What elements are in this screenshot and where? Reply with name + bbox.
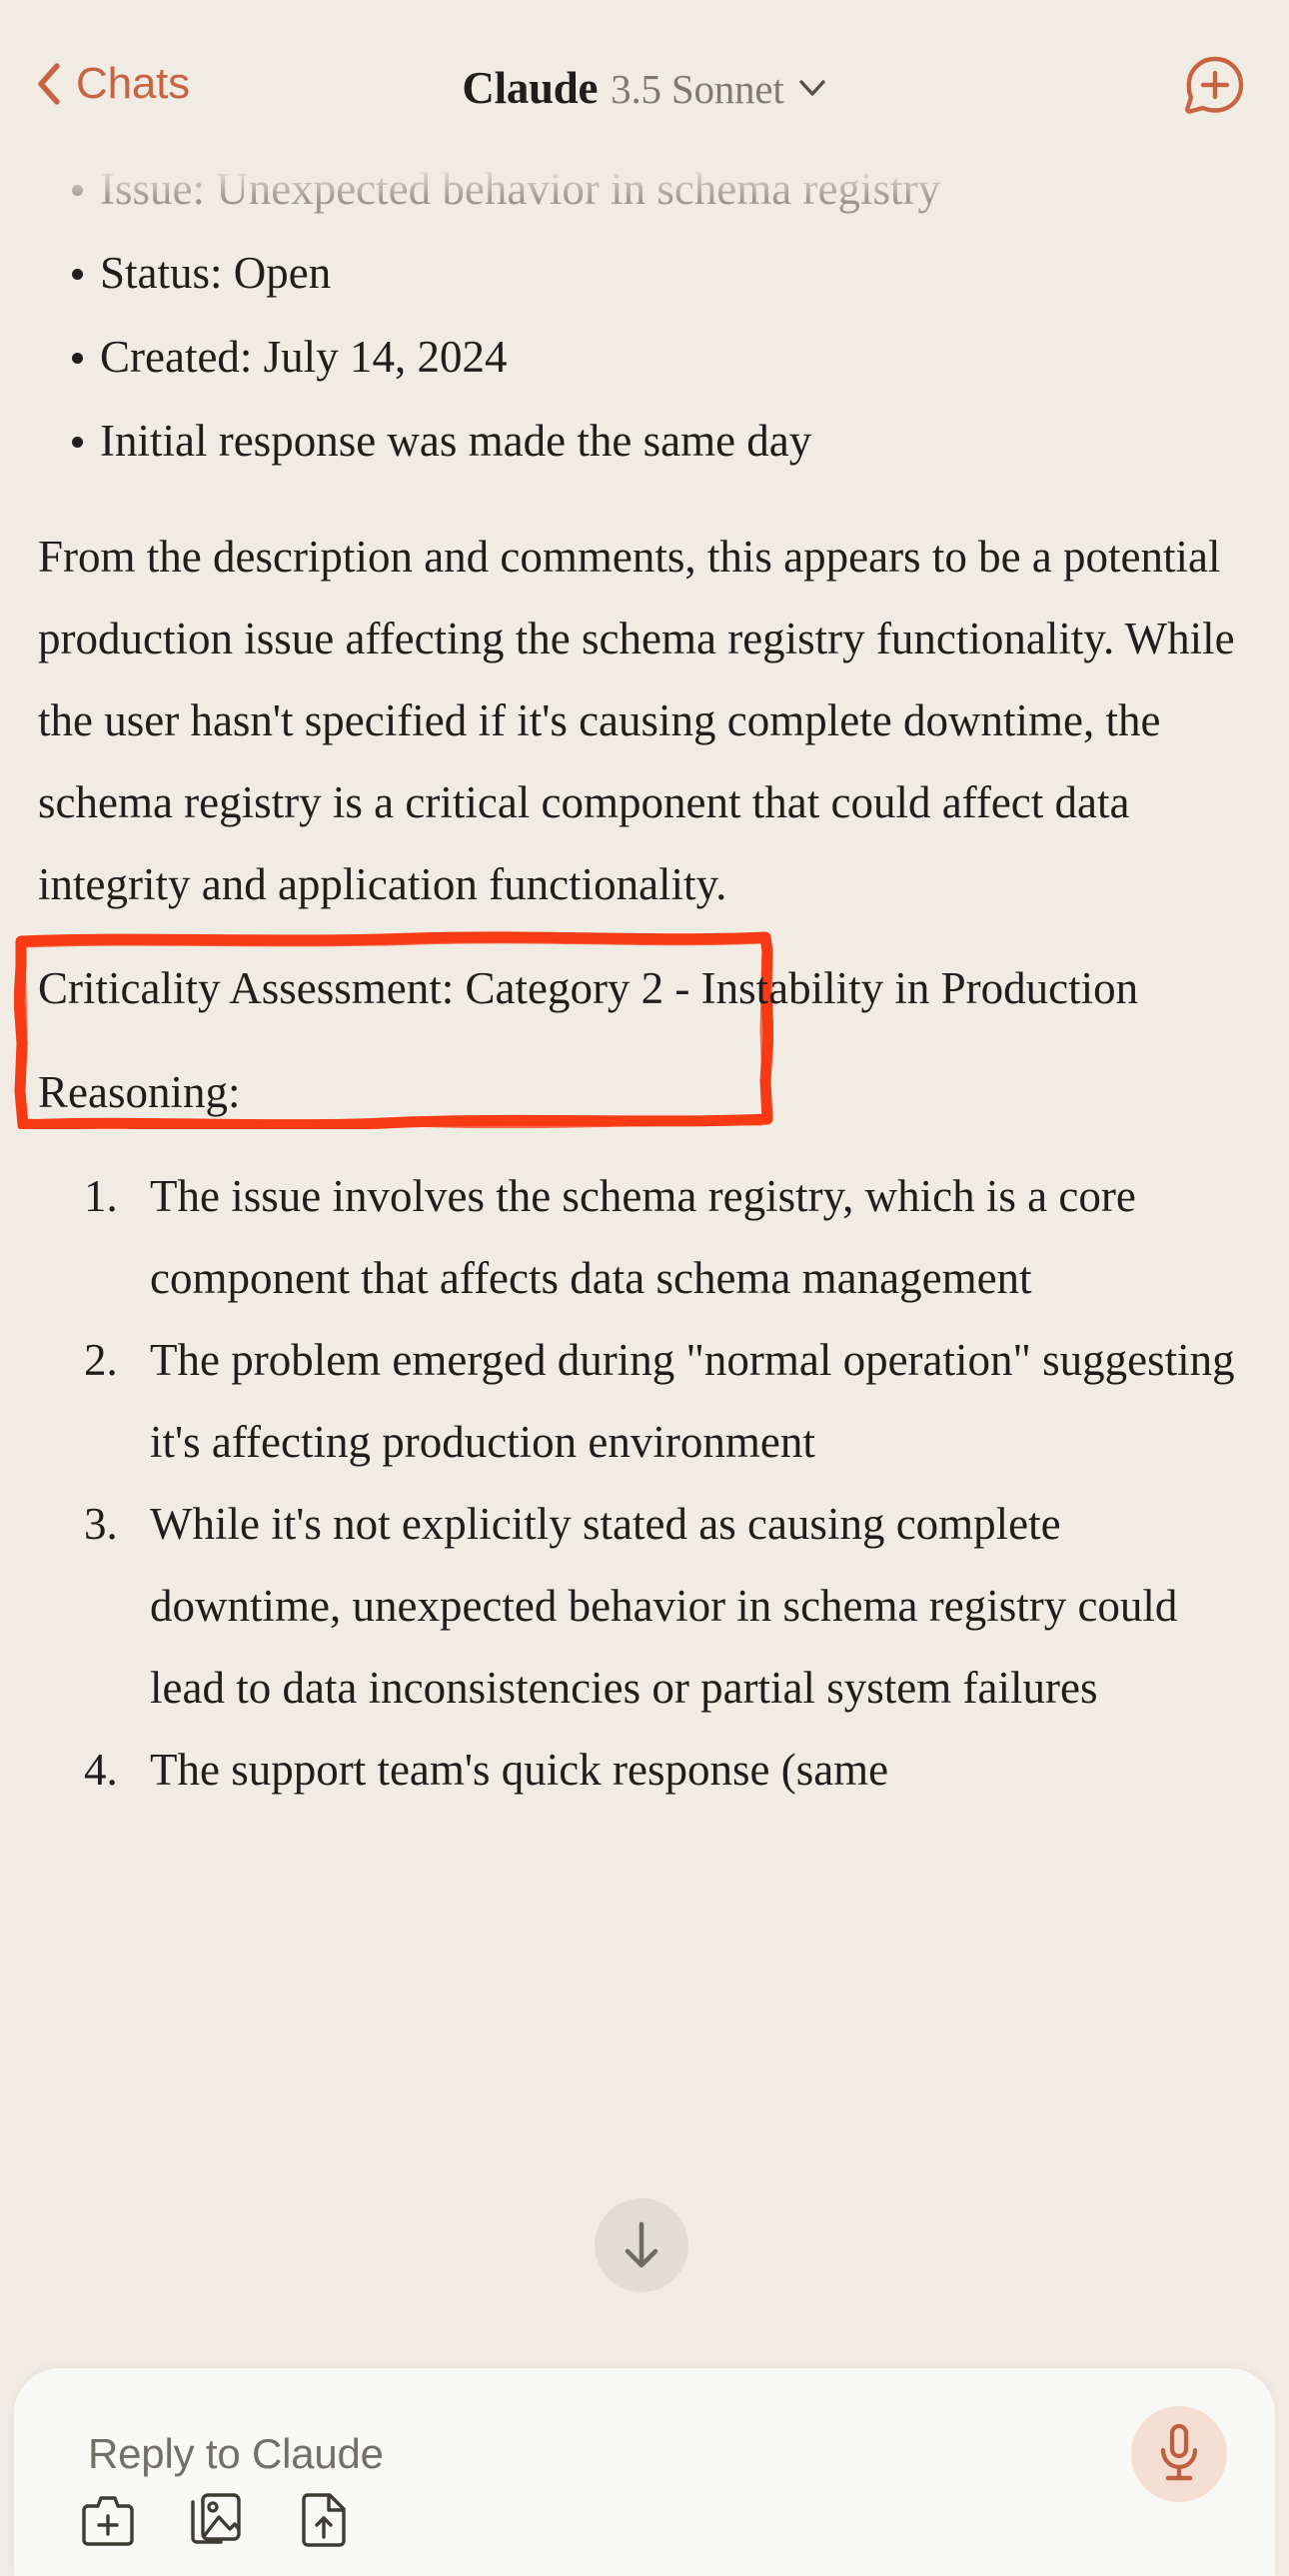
list-item: Initial response was made the same day (38, 400, 1251, 482)
chevron-down-icon (798, 80, 825, 96)
model-selector[interactable]: Claude 3.5 Sonnet (0, 62, 1289, 114)
page-title: Claude (462, 63, 599, 113)
file-upload-button[interactable] (296, 2492, 352, 2548)
bullet-text: Status: Open (100, 248, 332, 298)
highlight-text: Criticality Assessment: Category 2 - Ins… (38, 963, 1139, 1013)
bullet-text: Initial response was made the same day (100, 416, 812, 466)
list-item: The issue involves the schema registry, … (84, 1155, 1136, 1303)
new-chat-bubble-plus-icon (1185, 56, 1244, 114)
chat-screen: Issue: Unexpected behavior in schema reg… (0, 0, 1289, 2576)
message-scroll-area[interactable]: Issue: Unexpected behavior in schema reg… (0, 0, 1289, 2328)
message-composer: Reply to Claude (14, 2368, 1275, 2576)
photo-library-icon (191, 2493, 241, 2544)
list-item: The problem emerged during "normal opera… (84, 1319, 1235, 1467)
list-item: While it's not explicitly stated as caus… (84, 1483, 1178, 1713)
list-item: Created: July 14, 2024 (38, 316, 1251, 398)
bullet-text: Issue: Unexpected behavior in schema reg… (100, 164, 940, 214)
microphone-icon (1160, 2423, 1198, 2481)
reasoning-label: Reasoning: (38, 1067, 241, 1117)
composer-attachment-icons (80, 2492, 352, 2548)
scroll-to-bottom-button[interactable] (595, 2198, 688, 2292)
new-chat-button[interactable] (1179, 50, 1247, 118)
reasoning-ordered-list: The issue involves the schema registry, … (38, 1155, 1251, 1811)
arrow-down-icon (625, 2221, 658, 2268)
criticality-assessment-annotation: Criticality Assessment: Category 2 - Ins… (14, 931, 1251, 1129)
camera-plus-icon (82, 2496, 134, 2546)
ticket-summary-bullet-list: Issue: Unexpected behavior in schema reg… (38, 148, 1251, 482)
voice-input-button[interactable] (1131, 2406, 1227, 2502)
list-item: Issue: Unexpected behavior in schema reg… (38, 148, 1251, 230)
list-item: The support team's quick response (same (84, 1729, 889, 1811)
list-item: Status: Open (38, 232, 1251, 314)
app-header: Chats Claude 3.5 Sonnet (0, 0, 1289, 148)
model-name: 3.5 Sonnet (611, 66, 784, 112)
camera-plus-button[interactable] (80, 2492, 136, 2548)
file-upload-icon (302, 2493, 346, 2547)
assessment-paragraph: From the description and comments, this … (38, 532, 1235, 909)
reply-input[interactable]: Reply to Claude (88, 2430, 384, 2478)
bullet-text: Created: July 14, 2024 (100, 332, 508, 382)
photo-library-button[interactable] (188, 2492, 244, 2548)
